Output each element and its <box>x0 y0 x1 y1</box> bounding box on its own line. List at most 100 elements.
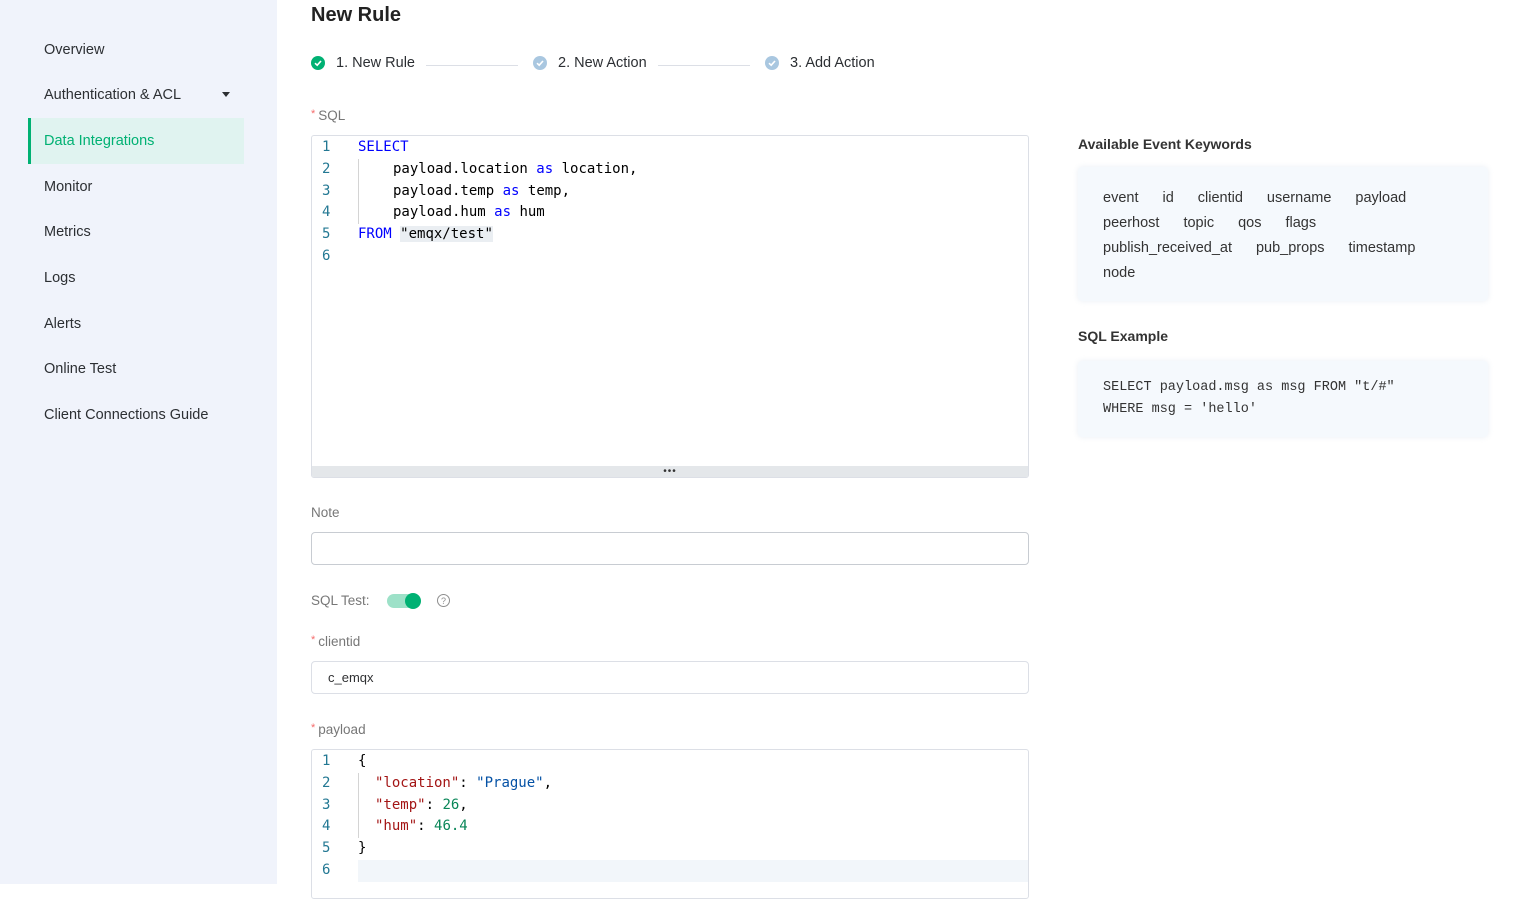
step-new-action: 2. New Action <box>533 55 647 71</box>
sidebar-item-online-test[interactable]: Online Test <box>28 346 244 392</box>
indent-guide <box>358 773 359 795</box>
clientid-label-text: clientid <box>318 634 360 649</box>
payload-label: *payload <box>311 722 366 737</box>
step-label: 1. New Rule <box>336 55 415 71</box>
sidebar-item-client-connections-guide[interactable]: Client Connections Guide <box>28 392 244 438</box>
sql-test-label: SQL Test: <box>311 593 370 608</box>
question-circle-icon[interactable]: ? <box>437 594 450 607</box>
sql-example-title: SQL Example <box>1078 328 1168 344</box>
sql-example-code: SELECT payload.msg as msg FROM "t/#" WHE… <box>1103 377 1395 421</box>
step-connector <box>658 65 750 66</box>
sidebar-item-label: Metrics <box>44 224 91 240</box>
line-number: 4 <box>322 202 342 224</box>
payload-label-text: payload <box>318 722 365 737</box>
check-circle-icon <box>311 56 325 70</box>
clientid-label: *clientid <box>311 634 360 649</box>
line-number: 5 <box>322 224 342 246</box>
step-connector <box>426 65 518 66</box>
sidebar-item-label: Data Integrations <box>44 133 154 149</box>
keyword-row: peerhost topic qos flags <box>1103 215 1340 231</box>
clientid-input[interactable]: c_emqx <box>311 661 1029 694</box>
code-token: "emqx/test" <box>400 226 493 242</box>
editor-resize-handle[interactable]: ••• <box>312 466 1028 477</box>
sidebar-item-alerts[interactable]: Alerts <box>28 301 244 347</box>
sidebar-item-overview[interactable]: Overview <box>28 27 244 73</box>
indent-guide <box>358 159 359 181</box>
step-add-action: 3. Add Action <box>765 55 875 71</box>
sql-example-box: SELECT payload.msg as msg FROM "t/#" WHE… <box>1078 361 1488 437</box>
indent-guide <box>358 181 359 203</box>
keyword: flags <box>1285 215 1316 231</box>
payload-editor[interactable]: 1{ 2"location": "Prague", 3"temp": 26, 4… <box>311 749 1029 899</box>
keyword: timestamp <box>1349 240 1416 256</box>
check-circle-icon <box>765 56 779 70</box>
sidebar-item-label: Online Test <box>44 361 116 377</box>
sidebar-item-label: Logs <box>44 270 75 286</box>
keyword: node <box>1103 265 1135 281</box>
keyword-row: event id clientid username payload <box>1103 190 1430 206</box>
sql-editor[interactable]: 1SELECT 2payload.location as location, 3… <box>311 135 1029 478</box>
keyword: payload <box>1355 190 1406 206</box>
indent-guide <box>358 816 359 838</box>
code-token: payload.hum <box>393 204 486 220</box>
keyword: pub_props <box>1256 240 1325 256</box>
code-token: "hum" <box>375 818 417 834</box>
line-number: 3 <box>322 181 342 203</box>
line-number: 5 <box>322 838 342 860</box>
code-token: location, <box>562 161 638 177</box>
keyword: username <box>1267 190 1331 206</box>
current-line-highlight <box>358 860 1028 882</box>
code-token: "location" <box>375 775 459 791</box>
sidebar-item-logs[interactable]: Logs <box>28 255 244 301</box>
step-label: 3. Add Action <box>790 55 875 71</box>
sidebar-item-label: Alerts <box>44 316 81 332</box>
keyword: publish_received_at <box>1103 240 1232 256</box>
check-circle-icon <box>533 56 547 70</box>
sidebar-item-data-integrations[interactable]: Data Integrations <box>28 118 244 164</box>
code-token: } <box>358 838 366 860</box>
keyword: clientid <box>1198 190 1243 206</box>
keyword: id <box>1162 190 1173 206</box>
sidebar-item-monitor[interactable]: Monitor <box>28 164 244 210</box>
sidebar-item-label: Client Connections Guide <box>44 407 208 423</box>
line-number: 6 <box>322 860 342 882</box>
sidebar-item-label: Authentication & ACL <box>44 87 181 103</box>
sidebar-item-label: Monitor <box>44 179 92 195</box>
line-number: 2 <box>322 773 342 795</box>
step-new-rule: 1. New Rule <box>311 55 415 71</box>
keyword: peerhost <box>1103 215 1159 231</box>
toggle-knob <box>405 593 421 609</box>
required-asterisk: * <box>311 634 315 646</box>
sidebar: Overview Authentication & ACL Data Integ… <box>0 0 277 884</box>
sql-test-toggle[interactable] <box>387 594 420 608</box>
sidebar-item-label: Overview <box>44 42 104 58</box>
keyword-row: publish_received_at pub_props timestamp <box>1103 240 1439 256</box>
line-number: 4 <box>322 816 342 838</box>
code-token: temp, <box>528 183 570 199</box>
clientid-input-value: c_emqx <box>328 670 374 685</box>
code-token: payload.location <box>393 161 528 177</box>
code-token: payload.temp <box>393 183 494 199</box>
indent-guide <box>358 795 359 817</box>
help-glyph: ? <box>441 596 446 606</box>
keyword: qos <box>1238 215 1261 231</box>
code-token: as <box>536 161 553 177</box>
main-content: New Rule 1. New Rule 2. New Action 3. Ad… <box>277 0 1520 884</box>
sql-label: *SQL <box>311 108 345 123</box>
line-number: 6 <box>322 246 342 268</box>
code-token: 26 <box>442 797 459 813</box>
code-token: SELECT <box>358 139 409 155</box>
required-asterisk: * <box>311 108 315 120</box>
keywords-title: Available Event Keywords <box>1078 136 1252 152</box>
sidebar-item-authentication-acl[interactable]: Authentication & ACL <box>28 72 244 118</box>
keyword-row: node <box>1103 265 1159 281</box>
note-input[interactable] <box>311 532 1029 565</box>
keywords-box: event id clientid username payload peerh… <box>1078 167 1488 301</box>
required-asterisk: * <box>311 722 315 734</box>
code-token: as <box>503 183 520 199</box>
line-number: 3 <box>322 795 342 817</box>
code-token: FROM <box>358 226 392 242</box>
line-number: 2 <box>322 159 342 181</box>
code-token: as <box>494 204 511 220</box>
sidebar-item-metrics[interactable]: Metrics <box>28 209 244 255</box>
